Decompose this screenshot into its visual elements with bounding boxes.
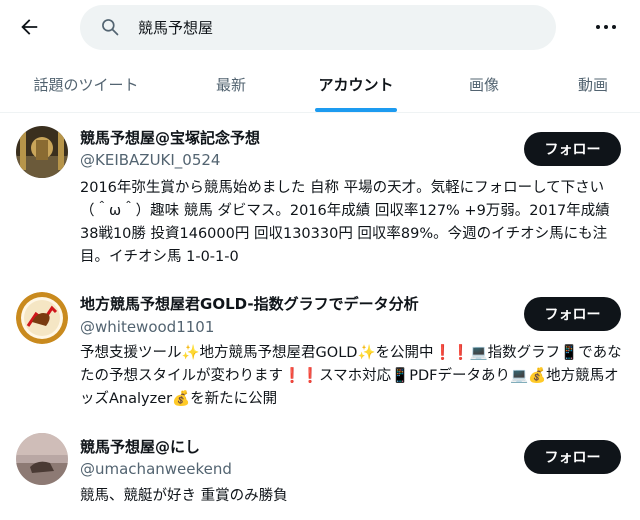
search-box[interactable] bbox=[80, 5, 556, 50]
user-cell[interactable]: 競馬予想屋@にし @umachanweekend フォロー 競馬、競艇が好き 重… bbox=[0, 427, 640, 520]
user-bio: 競馬、競艇が好き 重賞のみ勝負 bbox=[80, 488, 288, 504]
follow-button[interactable]: フォロー bbox=[524, 132, 621, 166]
user-name[interactable]: 競馬予想屋@宝塚記念予想 bbox=[80, 127, 260, 148]
user-cell[interactable]: 競馬予想屋@宝塚記念予想 @KEIBAZUKI_0524 フォロー 2016年弥… bbox=[0, 113, 640, 280]
tab-top[interactable]: 話題のツイート bbox=[0, 56, 172, 112]
avatar[interactable] bbox=[16, 126, 68, 178]
search-icon bbox=[102, 19, 119, 36]
search-input[interactable] bbox=[138, 5, 538, 50]
tab-latest[interactable]: 最新 bbox=[172, 56, 290, 112]
avatar[interactable] bbox=[16, 433, 68, 485]
user-bio: 予想支援ツール✨地方競馬予想屋君GOLD✨を公開中❗❗💻指数グラフ📱であなたの予… bbox=[80, 345, 622, 407]
more-options-button[interactable] bbox=[588, 12, 624, 42]
top-bar bbox=[0, 0, 640, 56]
avatar[interactable] bbox=[16, 292, 68, 344]
search-tabs: 話題のツイート 最新 アカウント 画像 動画 bbox=[0, 56, 640, 113]
user-bio: 2016年弥生賞から競馬始めました 自称 平場の天才。気軽にフォローして下さい（… bbox=[80, 180, 610, 265]
follow-button[interactable]: フォロー bbox=[524, 297, 621, 331]
user-name[interactable]: 競馬予想屋@にし bbox=[80, 436, 200, 457]
tab-accounts[interactable]: アカウント bbox=[290, 56, 422, 112]
tab-images[interactable]: 画像 bbox=[422, 56, 546, 112]
tab-videos[interactable]: 動画 bbox=[546, 56, 640, 112]
user-handle[interactable]: @umachanweekend bbox=[80, 460, 232, 478]
active-tab-indicator bbox=[315, 108, 397, 112]
more-dots-icon bbox=[596, 25, 616, 29]
user-cell[interactable]: 地方競馬予想屋君GOLD-指数グラフでデータ分析 @whitewood1101 … bbox=[0, 280, 640, 427]
follow-button[interactable]: フォロー bbox=[524, 440, 621, 474]
back-arrow-icon bbox=[21, 19, 38, 35]
user-handle[interactable]: @whitewood1101 bbox=[80, 318, 214, 336]
back-button[interactable] bbox=[12, 10, 46, 44]
user-handle[interactable]: @KEIBAZUKI_0524 bbox=[80, 151, 220, 169]
user-name[interactable]: 地方競馬予想屋君GOLD-指数グラフでデータ分析 bbox=[80, 293, 419, 314]
